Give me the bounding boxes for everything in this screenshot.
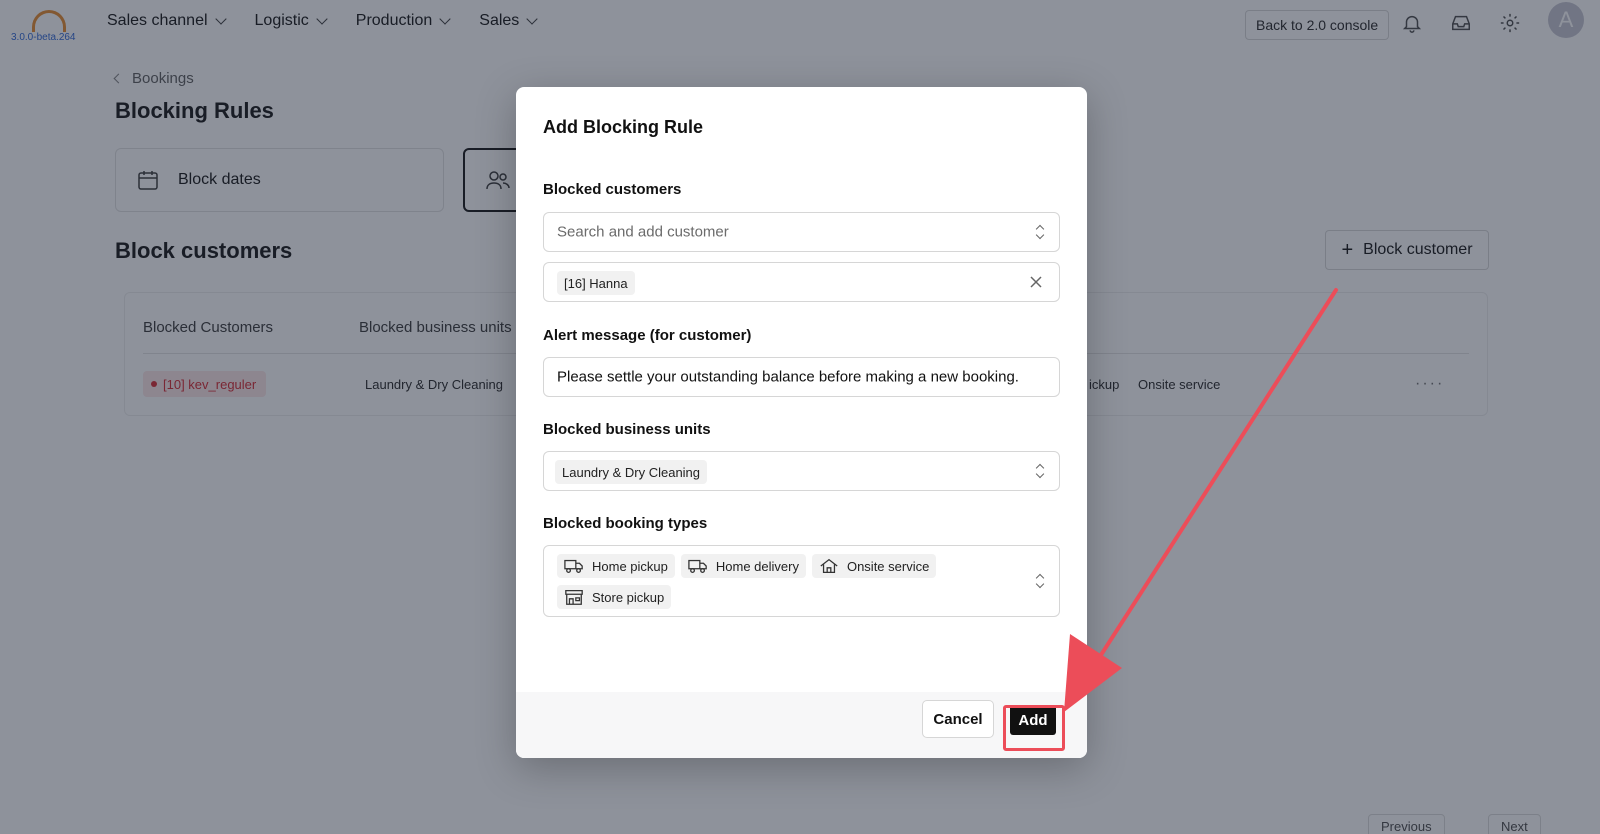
selected-customers-list: [16] Hanna [543, 262, 1060, 302]
blocked-customers-label: Blocked customers [543, 181, 682, 198]
booking-type-chip: Store pickup [557, 585, 672, 609]
booking-type-chips: Home pickup Home delivery Onsite service… [557, 554, 1007, 609]
chip-label: Onsite service [846, 558, 930, 574]
booking-type-chip: Onsite service [811, 554, 937, 578]
store-icon [565, 590, 583, 605]
booking-type-chip: Home pickup [557, 554, 675, 578]
dialog-title: Add Blocking Rule [543, 117, 704, 137]
chip-label: Home delivery [715, 558, 799, 574]
chip-label: Laundry & Dry Cleaning [562, 464, 701, 480]
truck-icon [688, 559, 707, 574]
truck-icon [564, 559, 583, 574]
chip-label: Home pickup [592, 558, 668, 574]
alert-message-value: Please settle your outstanding balance b… [557, 368, 1019, 386]
add-button-highlight [1003, 705, 1065, 751]
cancel-button[interactable]: Cancel [922, 700, 994, 738]
booking-types-select[interactable]: Home pickup Home delivery Onsite service… [543, 545, 1060, 617]
select-arrows-icon [1035, 463, 1045, 479]
booking-types-label: Blocked booking types [543, 515, 708, 532]
search-placeholder: Search and add customer [557, 223, 729, 241]
business-units-select[interactable]: Laundry & Dry Cleaning [543, 451, 1060, 491]
chip-label: Store pickup [592, 589, 665, 605]
select-arrows-icon [1035, 573, 1045, 589]
dialog-footer [516, 692, 1087, 758]
selected-customer-chip: [16] Hanna [557, 271, 635, 295]
home-icon [820, 558, 838, 573]
alert-message-label: Alert message (for customer) [543, 327, 752, 344]
select-arrows-icon [1035, 224, 1045, 240]
business-unit-chip: Laundry & Dry Cleaning [555, 460, 708, 484]
chip-label: [16] Hanna [564, 275, 628, 291]
customer-search-select[interactable]: Search and add customer [543, 212, 1060, 252]
add-blocking-rule-dialog: Add Blocking Rule Blocked customers Sear… [516, 87, 1087, 758]
booking-type-chip: Home delivery [680, 554, 806, 578]
business-units-label: Blocked business units [543, 421, 711, 438]
close-icon[interactable] [1029, 275, 1043, 289]
alert-message-input[interactable]: Please settle your outstanding balance b… [543, 357, 1060, 397]
